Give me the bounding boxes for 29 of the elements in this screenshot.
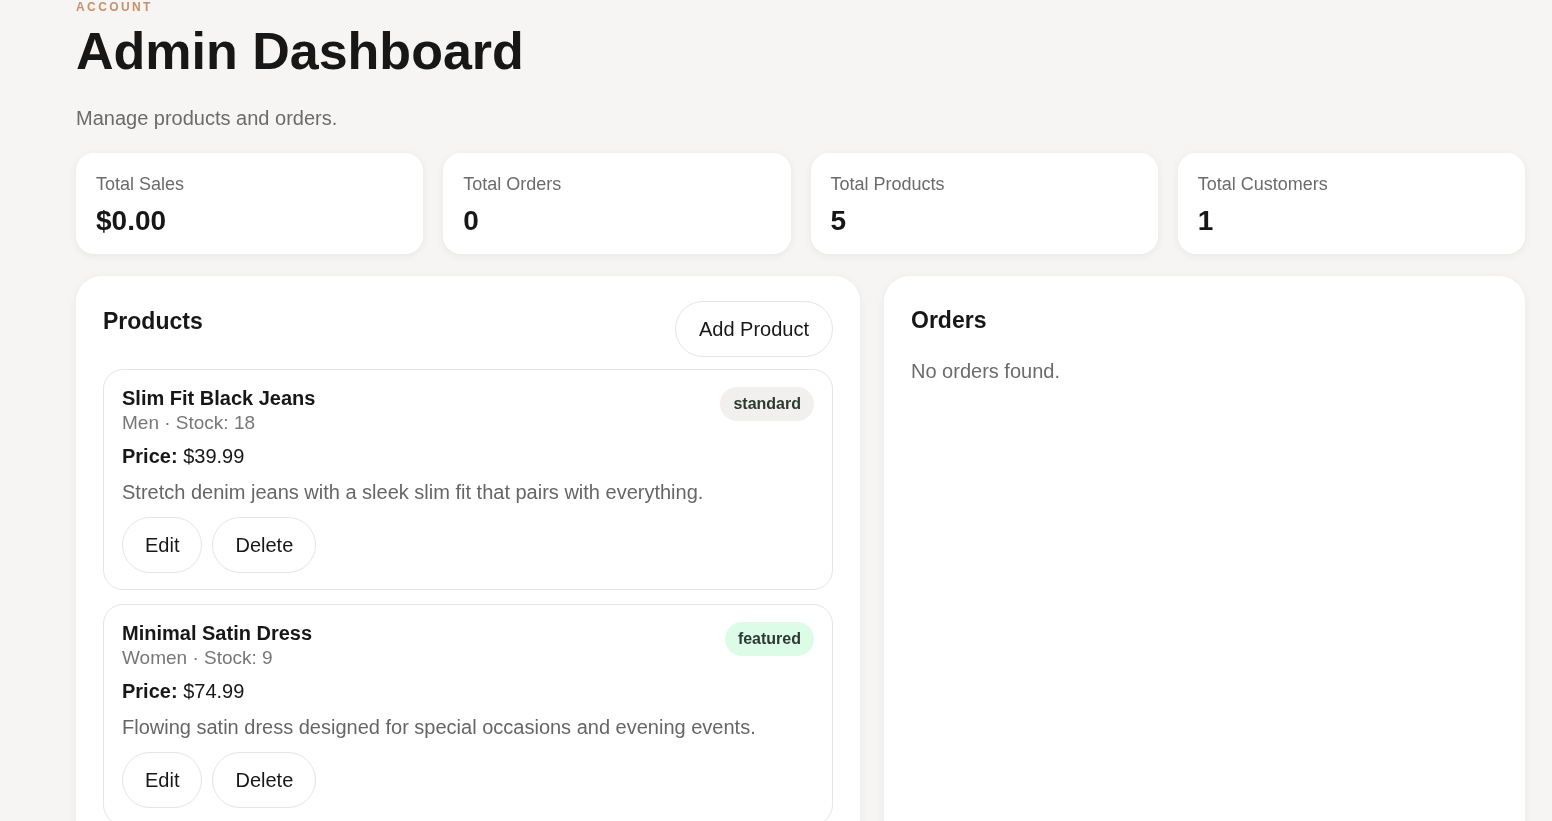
product-name: Slim Fit Black Jeans <box>122 386 316 411</box>
stat-value: 5 <box>830 204 847 238</box>
panel-title: Products <box>103 307 203 336</box>
stat-value: 0 <box>463 204 479 238</box>
page-subtitle: Manage products and orders. <box>76 106 338 131</box>
product-price: Price: $74.99 <box>122 679 245 704</box>
delete-button[interactable]: Delete <box>212 752 317 808</box>
product-description: Flowing satin dress designed for special occasions and evening events. <box>122 715 756 740</box>
section-eyebrow: ACCOUNT <box>76 0 153 13</box>
stat-label: Total Products <box>830 173 945 196</box>
delete-button[interactable]: Delete <box>212 517 317 573</box>
product-tag: standard <box>720 387 814 421</box>
page-title: Admin Dashboard <box>76 25 524 77</box>
stat-value: 1 <box>1197 204 1214 238</box>
stat-label: Total Sales <box>96 173 185 196</box>
product-meta: Women · Stock: 9 <box>122 646 273 670</box>
add-product-button[interactable]: Add Product <box>674 301 833 357</box>
empty-message: No orders found. <box>911 358 1060 384</box>
product-name: Minimal Satin Dress <box>122 621 313 646</box>
product-description: Stretch denim jeans with a sleek slim fit that pairs with everything. <box>122 480 704 505</box>
edit-button[interactable]: Edit <box>122 517 203 573</box>
edit-button[interactable]: Edit <box>122 752 203 808</box>
stat-label: Total Orders <box>463 173 562 196</box>
stat-value: $0.00 <box>96 204 167 238</box>
panel-title: Orders <box>911 306 987 335</box>
product-tag: featured <box>724 622 814 656</box>
product-meta: Men · Stock: 18 <box>122 411 256 435</box>
product-price: Price: $39.99 <box>122 444 245 469</box>
stat-label: Total Customers <box>1197 173 1328 196</box>
